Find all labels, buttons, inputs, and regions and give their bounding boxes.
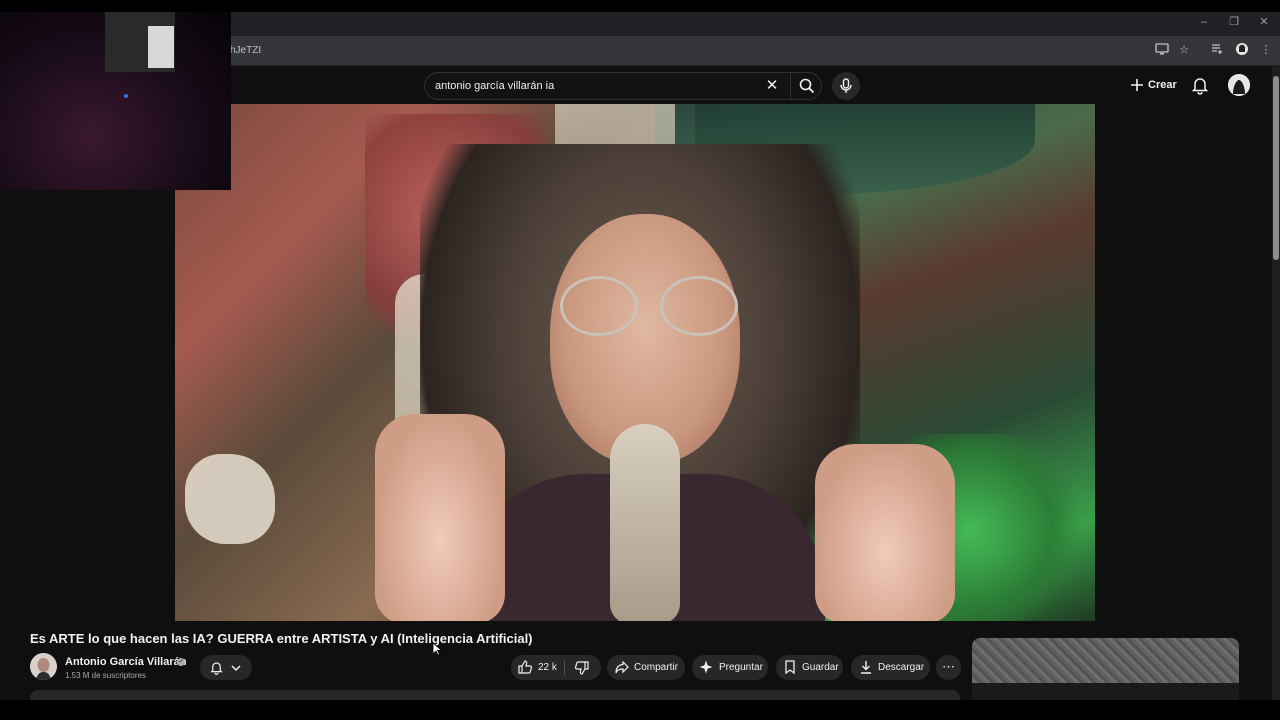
cast-icon[interactable] [1154,42,1170,58]
video-presenter-right-hand [815,444,955,621]
scrollbar-thumb[interactable] [1273,76,1279,260]
more-icon: ⋯ [942,659,955,674]
bell-icon[interactable] [1190,75,1210,95]
extensions-icon[interactable] [1209,42,1225,58]
create-label: Crear [1148,79,1177,91]
browser-menu-icon[interactable]: ⋮ [1258,42,1274,58]
letterbox-top [0,0,1280,12]
save-label: Guardar [802,662,839,673]
bell-icon [210,662,223,675]
like-icon[interactable] [517,659,533,675]
webcam-overlay [0,12,231,190]
sparkle-icon [699,660,713,674]
screen: – ❐ ✕ hJeTZI ☆ ⋮ antonio garcía villarán… [0,0,1280,720]
video-title: Es ARTE lo que hacen las IA? GUERRA entr… [30,631,533,646]
letterbox-bottom [0,700,1280,720]
plus-icon [1131,79,1143,91]
search-button[interactable] [790,73,823,99]
search-input[interactable]: antonio garcía villarán ia [435,80,554,92]
video-player[interactable] [175,104,1095,621]
channel-name[interactable]: Antonio García Villarán [65,656,186,668]
download-button[interactable]: Descargar [851,655,930,680]
save-button[interactable]: Guardar [776,655,843,680]
clear-icon[interactable]: ✕ [763,77,781,95]
ask-label: Preguntar [719,662,763,673]
channel-avatar[interactable] [30,653,57,680]
description-box[interactable] [30,690,960,700]
restore-icon[interactable]: ❐ [1224,14,1244,30]
download-icon [861,661,871,674]
chevron-down-icon [231,665,241,672]
video-presenter-glasses-left [560,276,638,336]
search-box[interactable]: antonio garcía villarán ia ✕ [424,72,822,100]
star-icon[interactable]: ☆ [1176,42,1192,58]
webcam-led [124,94,128,98]
recommended-video-card[interactable] [972,638,1239,700]
mic-icon [840,78,852,93]
bookmark-icon [785,660,795,675]
create-button[interactable]: Crear [1122,72,1180,98]
video-presenter-left-hand [375,414,505,621]
video-skull [185,454,275,544]
url-text[interactable]: hJeTZI [230,45,261,56]
search-icon [799,78,815,94]
dislike-icon[interactable] [574,660,590,676]
minimize-icon[interactable]: – [1194,14,1214,30]
share-icon [615,660,629,674]
recommended-thumbnail[interactable] [972,638,1239,683]
mouse-cursor-icon [432,642,442,656]
share-button[interactable]: Compartir [607,655,685,680]
profile-avatar-icon[interactable] [1234,42,1250,58]
account-avatar[interactable] [1228,74,1250,96]
subscriber-count: 1.53 M de suscriptores [65,671,146,680]
ask-button[interactable]: Preguntar [692,655,768,680]
like-count[interactable]: 22 k [538,662,557,673]
notifications-button[interactable] [200,655,252,680]
share-label: Compartir [634,662,678,673]
like-dislike-group: 22 k [511,655,601,680]
like-divider [564,660,565,675]
video-presenter-glasses-right [660,276,738,336]
webcam-light-strip [148,26,174,68]
video-presenter-beard [610,424,680,621]
close-window-icon[interactable]: ✕ [1254,14,1274,30]
voice-search-button[interactable] [832,72,860,100]
more-actions-button[interactable]: ⋯ [936,655,961,680]
download-label: Descargar [878,662,925,673]
verified-icon: ✓ [177,658,185,666]
